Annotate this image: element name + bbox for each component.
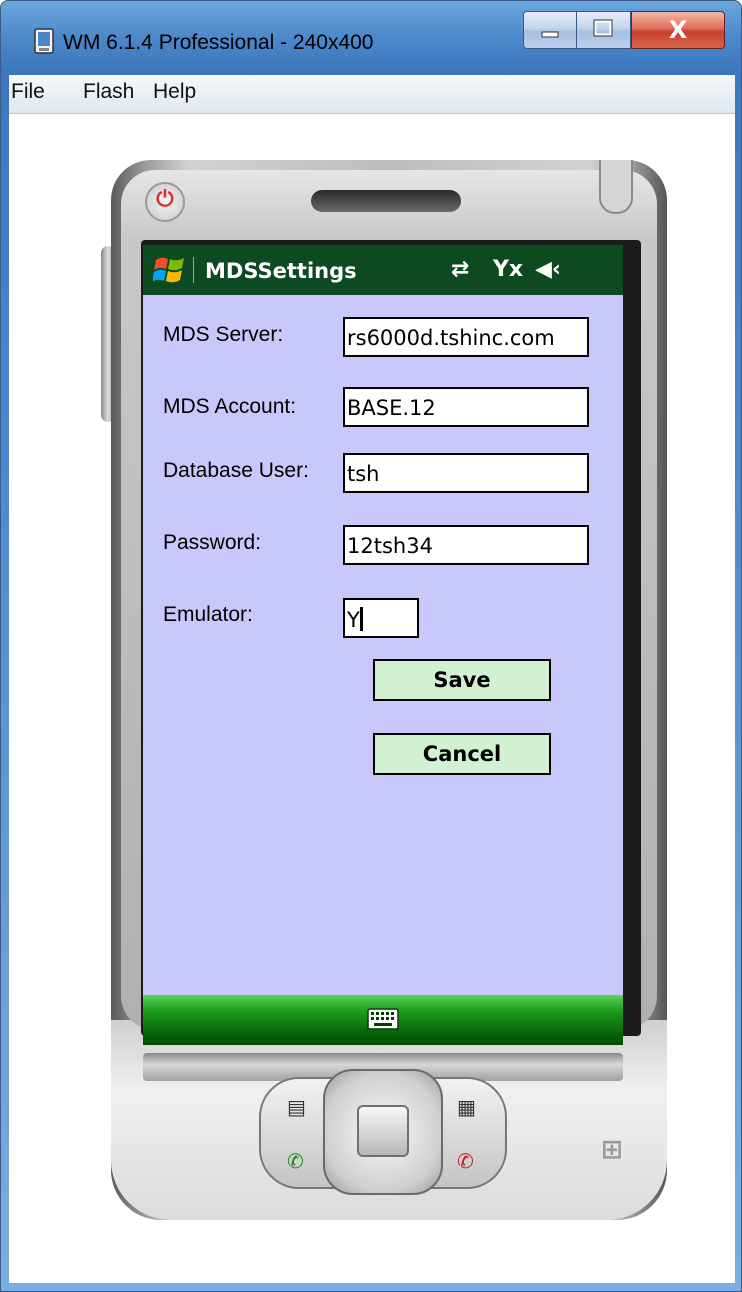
password-label: Password: bbox=[163, 531, 262, 554]
maximize-icon bbox=[593, 19, 613, 37]
end-call-icon[interactable]: ✆ bbox=[457, 1151, 474, 1171]
maximize-button[interactable] bbox=[577, 11, 631, 49]
minimize-button[interactable] bbox=[523, 11, 577, 49]
windows-start-icon[interactable] bbox=[153, 253, 187, 287]
call-icon[interactable]: ✆ bbox=[287, 1151, 304, 1171]
window-title: WM 6.1.4 Professional - 240x400 bbox=[63, 31, 374, 54]
keyboard-icon[interactable] bbox=[367, 1008, 399, 1030]
mds-account-input[interactable]: BASE.12 bbox=[343, 387, 589, 427]
menu-help[interactable]: Help bbox=[153, 80, 196, 104]
menu-bar: File Flash Help bbox=[9, 75, 735, 114]
action-button[interactable] bbox=[357, 1105, 409, 1157]
emulator-label: Emulator: bbox=[163, 603, 253, 626]
power-button[interactable]: ⏻ bbox=[145, 182, 185, 222]
signal-off-icon[interactable]: Yx bbox=[493, 255, 523, 285]
windows-logo-icon: ⊞ bbox=[601, 1135, 623, 1165]
database-user-label: Database User: bbox=[163, 459, 309, 482]
title-bar[interactable]: WM 6.1.4 Professional - 240x400 X bbox=[1, 1, 741, 73]
emulator-input[interactable]: Y bbox=[343, 598, 419, 638]
save-button[interactable]: Save bbox=[373, 659, 551, 701]
calendar-icon[interactable]: ▦ bbox=[457, 1097, 476, 1117]
soft-key-bar bbox=[143, 995, 623, 1045]
settings-form: MDS Server: rs6000d.tshinc.com MDS Accou… bbox=[143, 295, 623, 995]
cancel-button[interactable]: Cancel bbox=[373, 733, 551, 775]
device-screen: MDSSettings ⇄ Yx ◀‹ MDS Server: rs6000d.… bbox=[143, 245, 623, 1045]
emulator-input-value: Y bbox=[347, 608, 360, 632]
contacts-icon[interactable]: ▤ bbox=[287, 1097, 306, 1117]
stylus-slot bbox=[599, 160, 633, 214]
menu-file[interactable]: File bbox=[11, 80, 45, 104]
volume-icon[interactable]: ◀‹ bbox=[535, 255, 561, 285]
device-app-icon bbox=[34, 28, 54, 54]
mds-server-input[interactable]: rs6000d.tshinc.com bbox=[343, 317, 589, 357]
app-title: MDSSettings bbox=[205, 259, 357, 283]
mds-account-label: MDS Account: bbox=[163, 395, 297, 418]
password-input[interactable]: 12tsh34 bbox=[343, 525, 589, 565]
minimize-icon bbox=[541, 31, 559, 38]
database-user-input[interactable]: tsh bbox=[343, 453, 589, 493]
status-bar: MDSSettings ⇄ Yx ◀‹ bbox=[143, 245, 623, 295]
power-icon: ⏻ bbox=[156, 187, 174, 212]
emulator-window: WM 6.1.4 Professional - 240x400 X File F… bbox=[0, 0, 742, 1292]
sync-icon[interactable]: ⇄ bbox=[451, 255, 469, 285]
close-icon: X bbox=[668, 16, 688, 44]
menu-flash[interactable]: Flash bbox=[83, 80, 134, 104]
text-caret bbox=[359, 607, 363, 631]
start-separator bbox=[193, 257, 194, 283]
mds-server-label: MDS Server: bbox=[163, 323, 284, 346]
speaker-grille bbox=[311, 190, 461, 212]
close-button[interactable]: X bbox=[631, 11, 725, 49]
